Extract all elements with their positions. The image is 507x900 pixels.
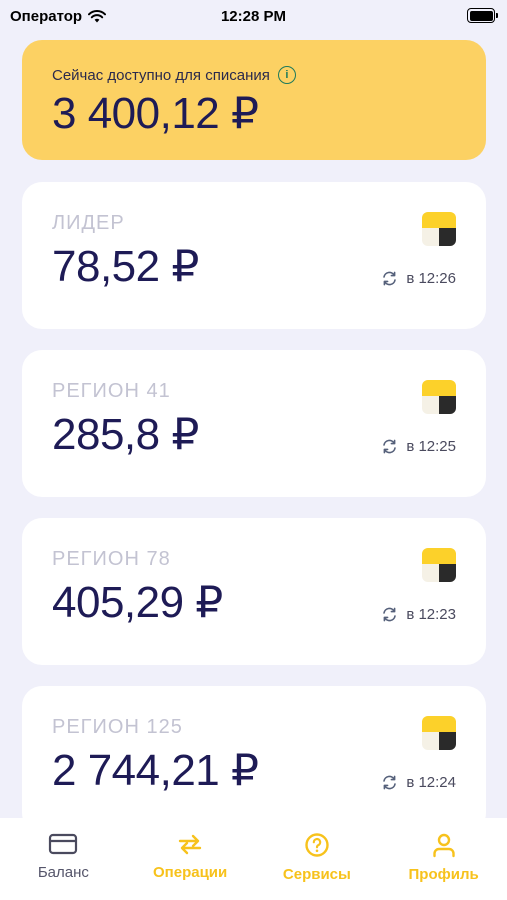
card-logo-icon (422, 548, 456, 582)
tab-label: Операции (153, 864, 228, 881)
info-icon[interactable]: i (277, 66, 296, 84)
account-card-region-41[interactable]: РЕГИОН 41 285,8 ₽ в 12:25 (22, 350, 486, 497)
update-time: в 12:24 (406, 774, 456, 791)
available-label: Сейчас доступно для списания (52, 66, 270, 84)
update-time: в 12:25 (406, 438, 456, 455)
question-circle-icon (305, 833, 329, 857)
tab-operations[interactable]: Операции (127, 818, 254, 900)
refresh-icon[interactable] (381, 606, 398, 623)
card-logo-icon (422, 380, 456, 414)
transfer-arrows-icon (178, 834, 202, 855)
tab-services[interactable]: Сервисы (254, 818, 381, 900)
account-name: ЛИДЕР (52, 212, 125, 234)
refresh-icon[interactable] (381, 270, 398, 287)
card-logo-icon (422, 716, 456, 750)
refresh-icon[interactable] (381, 774, 398, 791)
account-card-region-125[interactable]: РЕГИОН 125 2 744,21 ₽ в 12:24 (22, 686, 486, 833)
card-logo-icon (422, 212, 456, 246)
update-status: в 12:26 (381, 270, 456, 287)
wifi-icon (88, 9, 107, 22)
account-card-region-78[interactable]: РЕГИОН 78 405,29 ₽ в 12:23 (22, 518, 486, 665)
account-name: РЕГИОН 125 (52, 716, 183, 738)
card-icon (49, 833, 78, 855)
tab-balance[interactable]: Баланс (0, 818, 127, 900)
tab-label: Профиль (408, 866, 479, 883)
refresh-icon[interactable] (381, 438, 398, 455)
status-bar: Оператор 12:28 PM (0, 0, 507, 32)
tab-label: Баланс (37, 864, 89, 881)
available-balance-card[interactable]: Сейчас доступно для списания i 3 400,12 … (22, 40, 486, 160)
available-label-row: Сейчас доступно для списания i (52, 66, 456, 84)
carrier: Оператор (10, 7, 107, 25)
account-card-lider[interactable]: ЛИДЕР 78,52 ₽ в 12:26 (22, 182, 486, 329)
available-amount: 3 400,12 ₽ (52, 89, 259, 138)
tab-label: Сервисы (282, 866, 351, 883)
tab-bar: Баланс Операции Сервисы Профиль (0, 818, 507, 900)
update-status: в 12:24 (381, 774, 456, 791)
battery-icon (467, 8, 498, 23)
update-time: в 12:26 (406, 270, 456, 287)
update-time: в 12:23 (406, 606, 456, 623)
update-status: в 12:25 (381, 438, 456, 455)
tab-profile[interactable]: Профиль (380, 818, 507, 900)
carrier-label: Оператор (10, 7, 83, 25)
update-status: в 12:23 (381, 606, 456, 623)
account-name: РЕГИОН 78 (52, 548, 171, 570)
person-icon (432, 833, 455, 858)
account-name: РЕГИОН 41 (52, 380, 171, 402)
